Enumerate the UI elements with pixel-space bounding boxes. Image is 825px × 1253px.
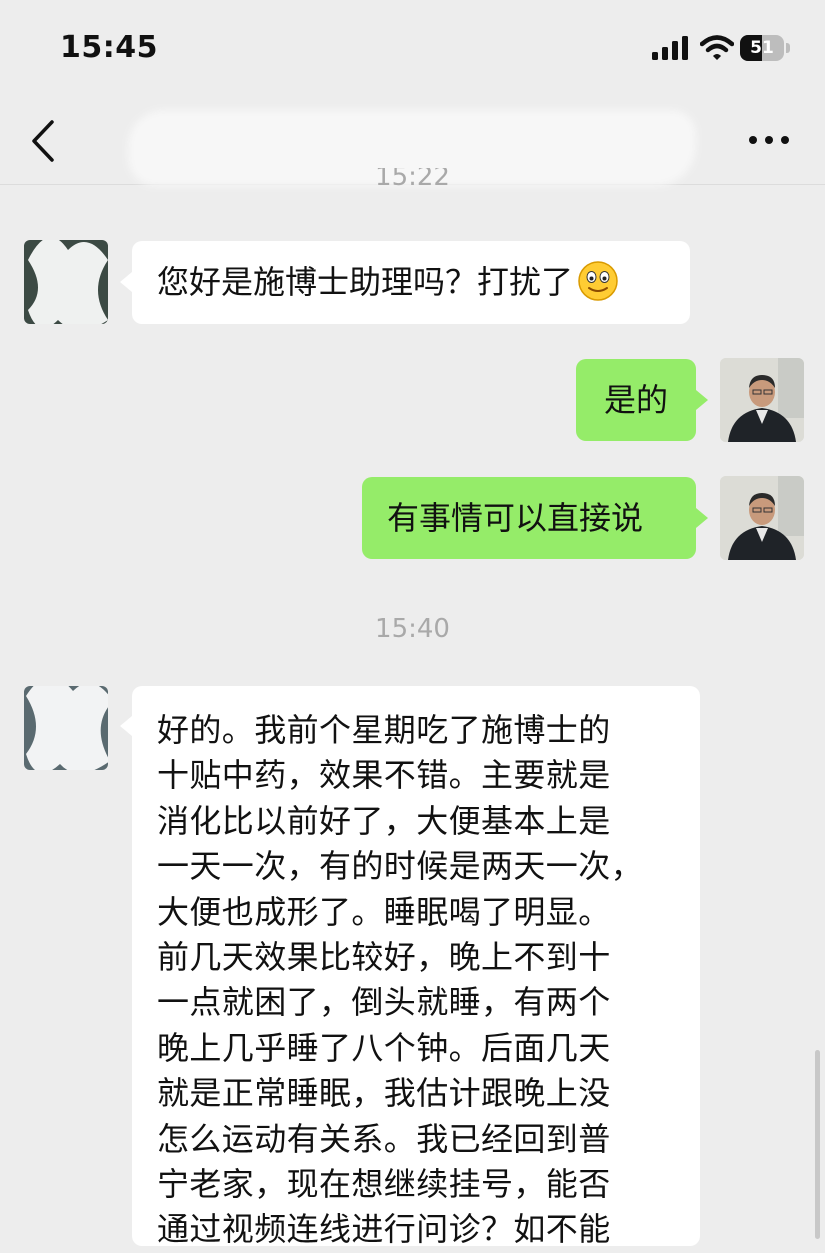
battery-level: 51 xyxy=(750,38,774,58)
message-bubble-sent[interactable]: 有事情可以直接说 xyxy=(362,477,708,559)
message-text: 是的 xyxy=(603,381,668,419)
message-bubble-received[interactable]: 您好是施博士助理吗？打扰了 xyxy=(120,241,690,324)
avatar-redaction xyxy=(28,240,108,324)
more-button[interactable] xyxy=(742,122,796,158)
message-text: 有事情可以直接说 xyxy=(387,499,644,537)
message-line: 前几天效果比较好，晚上不到十 xyxy=(157,938,611,977)
chevron-left-icon xyxy=(32,120,54,162)
avatar-self[interactable] xyxy=(720,358,804,442)
avatar-photo xyxy=(720,358,804,442)
status-bar: 15:45 51 xyxy=(0,0,825,100)
back-button[interactable] xyxy=(22,114,72,168)
ellipsis-icon xyxy=(749,136,789,144)
avatar-photo xyxy=(720,476,804,560)
message-line: 就是正常睡眠，我估计跟晚上没 xyxy=(157,1074,611,1113)
smile-emoji-icon xyxy=(578,261,618,301)
scrollbar[interactable] xyxy=(815,1050,820,1239)
message-line: 通过视频连线进行问诊？如不能 xyxy=(157,1210,611,1249)
cellular-signal-icon xyxy=(652,36,688,60)
avatar-redaction xyxy=(26,686,108,770)
battery-icon: 51 xyxy=(740,35,792,61)
wifi-icon xyxy=(700,35,734,60)
message-bubble-received[interactable]: 好的。我前个星期吃了施博士的 十贴中药，效果不错。主要就是 消化比以前好了，大便… xyxy=(120,686,700,1248)
message-line: 好的。我前个星期吃了施博士的 xyxy=(157,711,611,749)
message-line: 怎么运动有关系。我已经回到普 xyxy=(157,1119,611,1158)
message-text: 您好是施博士助理吗？打扰了 xyxy=(157,263,574,301)
timestamp: 15:40 xyxy=(375,614,450,644)
message-line: 宁老家，现在想继续挂号，能否 xyxy=(157,1165,611,1204)
message-bubble-sent[interactable]: 是的 xyxy=(576,359,708,441)
status-time: 15:45 xyxy=(60,30,158,65)
message-line: 大便也成形了。睡眠喝了明显。 xyxy=(157,892,611,931)
message-line: 一点就困了，倒头就睡，有两个 xyxy=(157,983,611,1022)
message-line: 晚上几乎睡了八个钟。后面几天 xyxy=(157,1028,611,1067)
message-line: 一天一次，有的时候是两天一次， xyxy=(157,847,644,886)
message-line: 十贴中药，效果不错。主要就是 xyxy=(157,756,611,795)
timestamp: 15:22 xyxy=(375,168,450,192)
avatar-other[interactable] xyxy=(24,240,108,324)
avatar-other[interactable] xyxy=(24,686,108,770)
avatar-self[interactable] xyxy=(720,476,804,560)
message-line: 消化比以前好了，大便基本上是 xyxy=(157,801,611,840)
